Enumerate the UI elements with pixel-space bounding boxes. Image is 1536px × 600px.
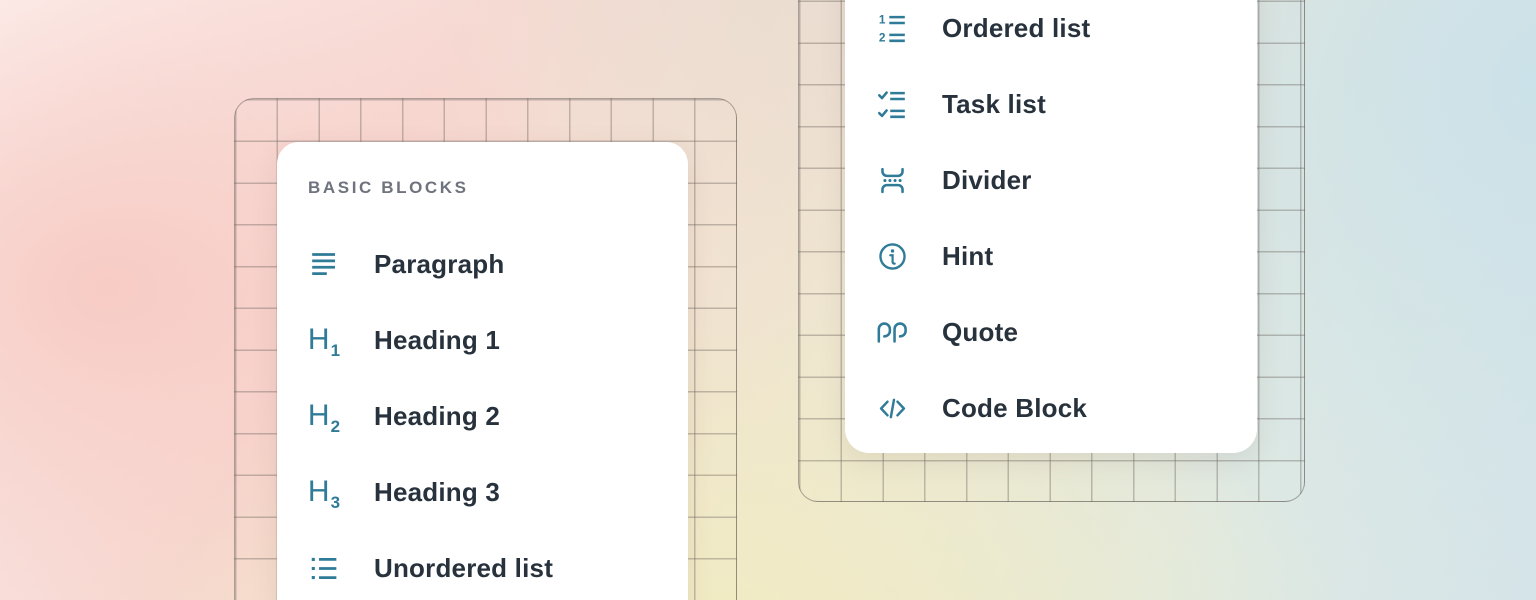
ordered-list-number-1: 1 bbox=[878, 13, 885, 26]
heading-icon-level: 1 bbox=[331, 341, 340, 360]
divider-icon bbox=[875, 163, 909, 197]
menu-item-heading-2[interactable]: H2 Heading 2 bbox=[277, 399, 688, 433]
menu-item-label: Quote bbox=[942, 317, 1018, 348]
menu-item-divider[interactable]: Divider bbox=[845, 163, 1257, 197]
hint-icon bbox=[875, 239, 909, 273]
heading-1-icon: H1 bbox=[307, 323, 341, 357]
menu-item-quote[interactable]: Quote bbox=[845, 315, 1257, 349]
menu-item-label: Heading 2 bbox=[374, 401, 500, 432]
menu-item-heading-3[interactable]: H3 Heading 3 bbox=[277, 475, 688, 509]
menu-item-ordered-list[interactable]: 1 2 Ordered list bbox=[845, 11, 1257, 45]
ordered-list-number-2: 2 bbox=[878, 30, 885, 44]
menu-item-hint[interactable]: Hint bbox=[845, 239, 1257, 273]
menu-item-label: Heading 1 bbox=[374, 325, 500, 356]
menu-item-label: Ordered list bbox=[942, 13, 1090, 44]
menu-item-code-block[interactable]: Code Block bbox=[845, 391, 1257, 425]
heading-2-icon: H2 bbox=[307, 399, 341, 433]
heading-icon-level: 3 bbox=[331, 493, 340, 512]
hero-background: BASIC BLOCKS Paragraph H1 Heading 1 H2 H… bbox=[0, 0, 1536, 600]
heading-icon-letter: H bbox=[308, 323, 330, 356]
menu-item-heading-1[interactable]: H1 Heading 1 bbox=[277, 323, 688, 357]
menu-item-label: Paragraph bbox=[374, 249, 504, 280]
heading-icon-letter: H bbox=[308, 399, 330, 432]
quote-icon bbox=[875, 315, 909, 349]
heading-icon-level: 2 bbox=[331, 417, 340, 436]
code-block-icon bbox=[875, 391, 909, 425]
heading-3-icon: H3 bbox=[307, 475, 341, 509]
menu-item-label: Task list bbox=[942, 89, 1046, 120]
menu-item-label: Hint bbox=[942, 241, 993, 272]
menu-item-unordered-list[interactable]: Unordered list bbox=[277, 551, 688, 585]
section-label: BASIC BLOCKS bbox=[308, 178, 469, 198]
menu-item-task-list[interactable]: Task list bbox=[845, 87, 1257, 121]
paragraph-icon bbox=[307, 247, 341, 281]
task-list-icon bbox=[875, 87, 909, 121]
blocks-menu-continued: 1 2 Ordered list Task list bbox=[845, 0, 1257, 453]
menu-item-label: Heading 3 bbox=[374, 477, 500, 508]
menu-item-label: Unordered list bbox=[374, 553, 553, 584]
heading-icon-letter: H bbox=[308, 475, 330, 508]
basic-blocks-menu: BASIC BLOCKS Paragraph H1 Heading 1 H2 H… bbox=[277, 142, 688, 600]
ordered-list-icon: 1 2 bbox=[875, 11, 909, 45]
menu-item-paragraph[interactable]: Paragraph bbox=[277, 247, 688, 281]
menu-item-label: Divider bbox=[942, 165, 1032, 196]
unordered-list-icon bbox=[307, 551, 341, 585]
menu-item-label: Code Block bbox=[942, 393, 1087, 424]
